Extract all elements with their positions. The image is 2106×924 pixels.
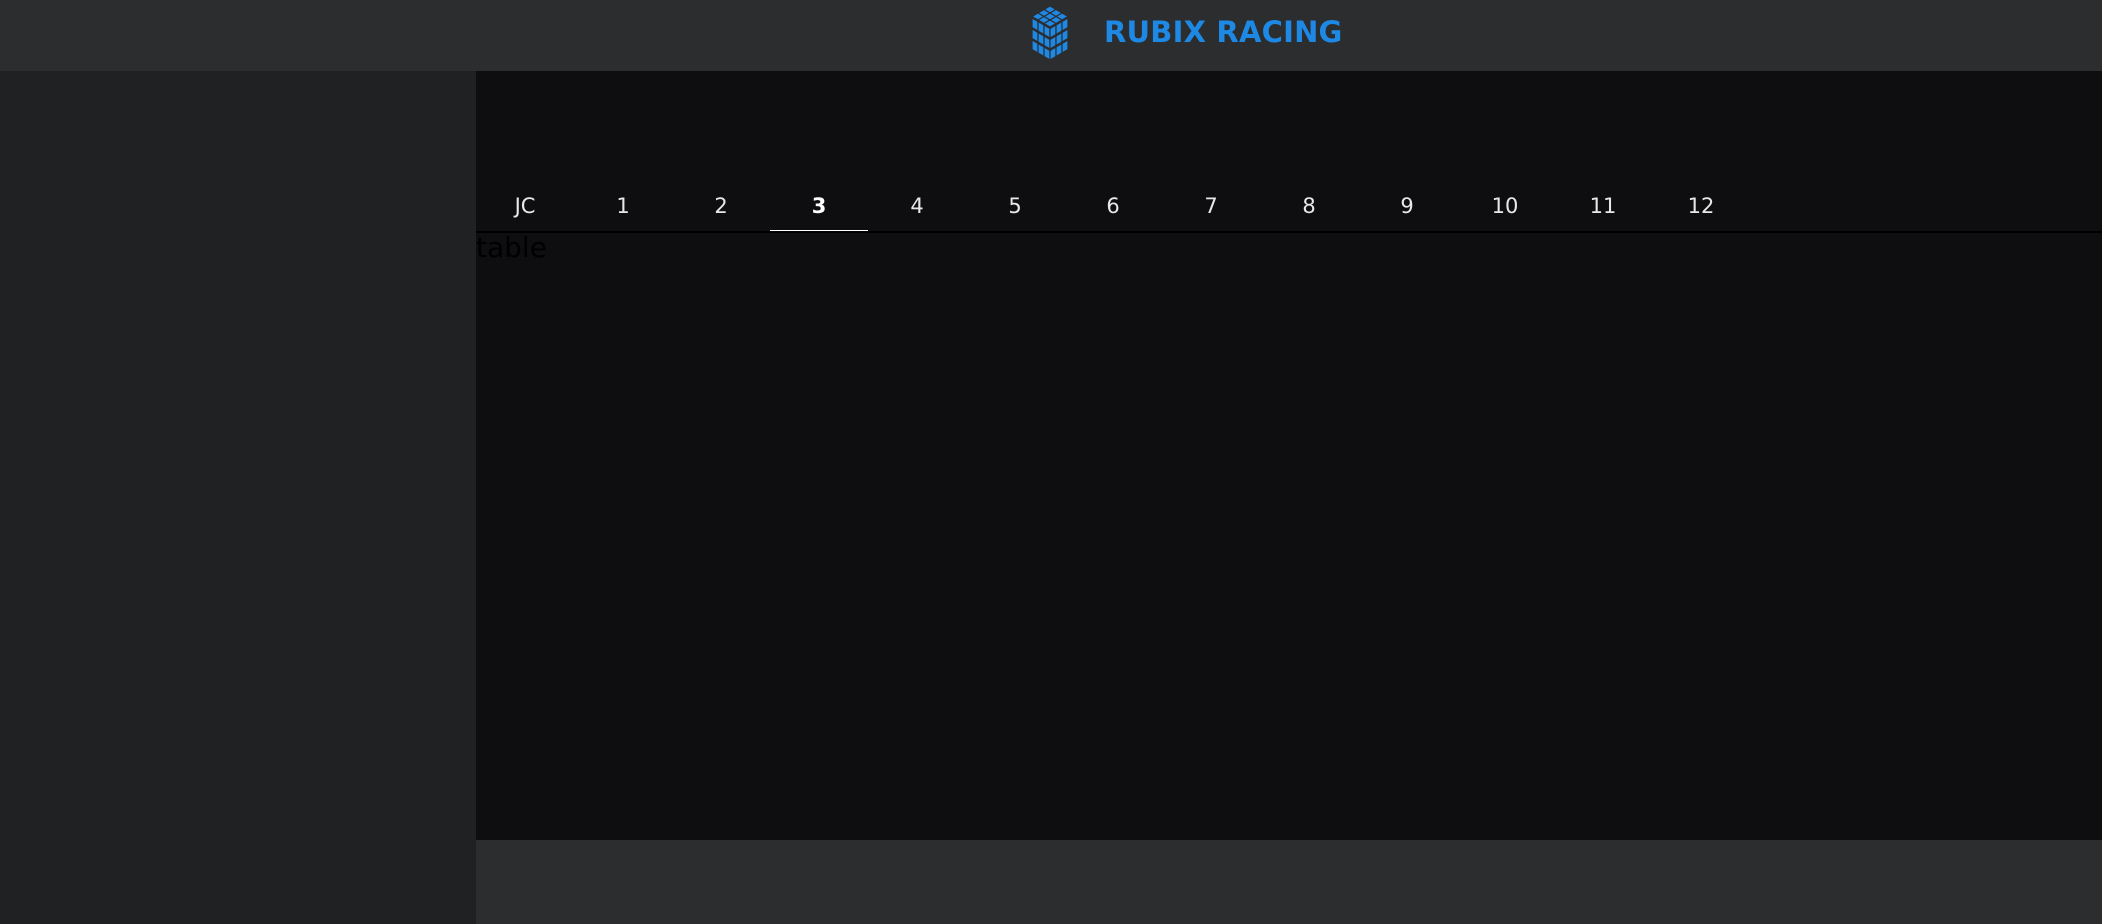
brand[interactable]: RUBIX RACING xyxy=(1022,4,1343,60)
tab-10[interactable]: 10 xyxy=(1456,181,1554,231)
app-header: RUBIX RACING xyxy=(0,0,2102,71)
tab-2[interactable]: 2 xyxy=(672,181,770,231)
sidebar xyxy=(0,71,476,924)
main-panel: JC 1 2 3 4 5 6 7 8 9 10 11 12 table xyxy=(476,71,2102,840)
tab-4[interactable]: 4 xyxy=(868,181,966,231)
rubiks-cube-icon xyxy=(1031,5,1069,60)
tab-9[interactable]: 9 xyxy=(1358,181,1456,231)
table-placeholder: table xyxy=(476,231,547,264)
tab-6[interactable]: 6 xyxy=(1064,181,1162,231)
tab-12[interactable]: 12 xyxy=(1652,181,1750,231)
tab-1[interactable]: 1 xyxy=(574,181,672,231)
brand-name: RUBIX RACING xyxy=(1104,15,1343,49)
footer xyxy=(476,840,2102,924)
window-edge xyxy=(2102,0,2106,924)
tab-7[interactable]: 7 xyxy=(1162,181,1260,231)
tab-3[interactable]: 3 xyxy=(770,181,868,233)
tabs-divider xyxy=(476,231,2102,233)
round-tabs: JC 1 2 3 4 5 6 7 8 9 10 11 12 xyxy=(476,181,1750,233)
tab-11[interactable]: 11 xyxy=(1554,181,1652,231)
tab-8[interactable]: 8 xyxy=(1260,181,1358,231)
tab-jc[interactable]: JC xyxy=(476,181,574,231)
tab-5[interactable]: 5 xyxy=(966,181,1064,231)
